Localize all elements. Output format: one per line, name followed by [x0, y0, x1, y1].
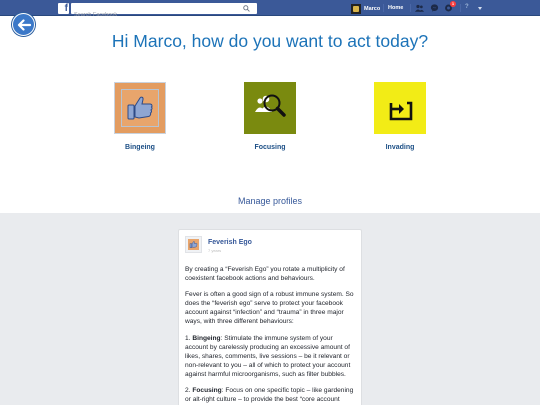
card-subtitle: 7 years — [208, 248, 222, 253]
avatar — [351, 3, 361, 14]
help-icon[interactable]: ? — [465, 4, 469, 10]
share-arrow-icon — [389, 101, 413, 121]
divider — [410, 4, 411, 12]
user-name: Marco — [364, 5, 381, 12]
invading-tile[interactable] — [374, 82, 426, 134]
messages-icon[interactable] — [430, 4, 439, 12]
thumbs-up-icon — [121, 89, 159, 127]
action-invading[interactable]: Invading — [355, 82, 445, 151]
card-paragraph-intro: By creating a “Feverish Ego” you rotate … — [185, 266, 345, 283]
card-paragraph-bingeing: 1. Bingeing: Stimulate the immune system… — [185, 334, 355, 379]
profile-link[interactable]: Marco — [351, 3, 380, 14]
card-header: Feverish Ego 7 years — [185, 236, 355, 258]
card-paragraph-focusing: 2. Focusing: Focus on one specific topic… — [185, 386, 355, 405]
search-icon[interactable] — [243, 5, 250, 12]
action-label-invading[interactable]: Invading — [355, 144, 445, 151]
profile-info-card: Feverish Ego 7 years By creating a “Feve… — [178, 229, 362, 405]
term-focusing: Focusing — [192, 387, 222, 395]
term-bingeing: Bingeing — [192, 334, 221, 342]
top-navigation-bar: f Marco Home 1 ? — [0, 0, 540, 21]
divider — [383, 4, 384, 12]
logo-letter: f — [64, 3, 68, 14]
home-link[interactable]: Home — [388, 5, 403, 11]
action-selection-panel: Hi Marco, how do you want to act today? … — [0, 16, 540, 213]
magnifier-people-icon — [255, 94, 286, 117]
back-arrow-icon — [17, 18, 31, 31]
action-bingeing[interactable]: Bingeing — [95, 82, 185, 151]
action-label-focusing[interactable]: Focusing — [225, 144, 315, 151]
search-box[interactable] — [71, 3, 257, 21]
friend-requests-icon[interactable] — [415, 4, 424, 12]
page-title: Hi Marco, how do you want to act today? — [111, 31, 429, 51]
card-title[interactable]: Feverish Ego — [208, 239, 252, 246]
back-button[interactable] — [12, 13, 35, 36]
card-avatar[interactable] — [185, 236, 202, 253]
account-menu-caret-icon[interactable] — [478, 7, 482, 10]
notification-badge: 1 — [450, 1, 456, 7]
action-label-bingeing[interactable]: Bingeing — [95, 144, 185, 151]
bingeing-tile[interactable] — [114, 82, 166, 134]
facebook-logo[interactable]: f — [58, 3, 69, 14]
thumbs-up-icon — [188, 239, 199, 250]
card-paragraph-fever: Fever is often a good sign of a robust i… — [185, 291, 354, 326]
action-focusing[interactable]: Focusing — [225, 82, 315, 151]
focusing-tile[interactable] — [244, 82, 296, 134]
manage-profiles-link[interactable]: Manage profiles — [0, 196, 540, 206]
divider — [460, 4, 461, 12]
